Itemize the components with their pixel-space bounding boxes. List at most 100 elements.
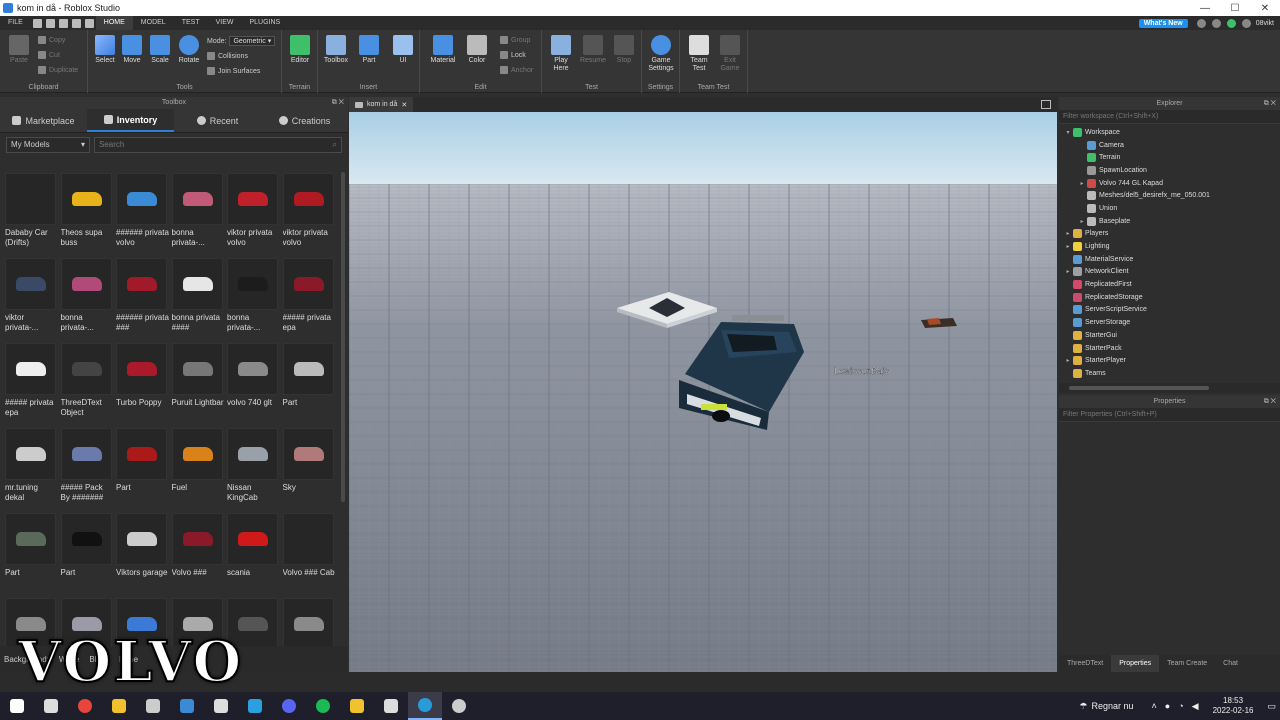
explorer-item[interactable]: ▾ Workspace <box>1059 126 1280 139</box>
join-surfaces-toggle[interactable]: Join Surfaces <box>207 67 260 75</box>
explorer-item[interactable]: Terrain <box>1059 151 1280 164</box>
explorer-item[interactable]: ▸ Players <box>1059 228 1280 241</box>
taskbar-app-button[interactable] <box>442 692 476 720</box>
network-icon[interactable]: ◔ <box>1178 701 1183 711</box>
toolbox-item[interactable]: ###### privata ### <box>115 257 171 342</box>
close-button[interactable]: ✕ <box>1250 3 1280 14</box>
explorer-item[interactable]: Union <box>1059 202 1280 215</box>
tab-team-create[interactable]: Team Create <box>1159 655 1215 672</box>
menu-model[interactable]: MODEL <box>133 16 174 30</box>
weather-widget[interactable]: ☂ Regnar nu <box>1079 701 1133 712</box>
toolbox-item[interactable]: Puruit Lightbar <box>171 342 227 427</box>
toolbox-item[interactable]: Volvo ### Cab <box>282 512 338 597</box>
taskbar-app-button[interactable] <box>374 692 408 720</box>
collisions-toggle[interactable]: Collisions <box>207 52 248 60</box>
toolbox-item[interactable]: Turbo Poppy <box>115 342 171 427</box>
explorer-horizontal-scrollbar[interactable] <box>1059 383 1280 393</box>
minimize-button[interactable]: — <box>1190 3 1220 14</box>
lock-button[interactable]: Lock <box>500 51 526 59</box>
ui-button[interactable]: UI <box>388 35 418 65</box>
toolbox-item[interactable]: Theos supa buss <box>60 172 116 257</box>
toolbox-item[interactable]: bonna privata-... <box>60 257 116 342</box>
menu-plugins[interactable]: PLUGINS <box>241 16 288 30</box>
toolbox-scrollbar[interactable] <box>341 172 345 502</box>
explorer-item[interactable]: ServerStorage <box>1059 316 1280 329</box>
toolbox-item[interactable]: bonna privata-... <box>171 172 227 257</box>
move-button[interactable]: Move <box>117 35 147 65</box>
user-avatar-icon[interactable] <box>1241 18 1251 28</box>
toolbox-item[interactable]: viktor privata volvo <box>226 172 282 257</box>
explorer-item[interactable]: MaterialService <box>1059 253 1280 266</box>
explorer-item[interactable]: ServerScriptService <box>1059 304 1280 317</box>
exit-game-button[interactable]: Exit Game <box>715 35 745 73</box>
undo-icon[interactable] <box>45 18 55 28</box>
toolbox-item[interactable]: volvo 740 glt <box>226 342 282 427</box>
explorer-item[interactable]: ▸ NetworkClient <box>1059 266 1280 279</box>
tab-inventory[interactable]: Inventory <box>87 109 174 132</box>
tab-chat[interactable]: Chat <box>1215 655 1246 672</box>
tab-recent[interactable]: Recent <box>174 109 261 132</box>
play-here-button[interactable]: Play Here <box>546 35 576 73</box>
toolbox-window-controls[interactable]: ⧉ ✕ <box>332 97 344 109</box>
tab-threedtext[interactable]: ThreeDText <box>1059 655 1111 672</box>
toolbox-item[interactable]: Volvo ### <box>171 512 227 597</box>
layout-toggle-icon[interactable] <box>1041 100 1051 109</box>
properties-filter-input[interactable]: Filter Properties (Ctrl+Shift+P) <box>1059 408 1280 422</box>
explorer-item[interactable]: Meshes/del5_desirefx_me_050.001 <box>1059 189 1280 202</box>
new-file-icon[interactable] <box>32 18 42 28</box>
expand-arrow-icon[interactable]: ▸ <box>1063 230 1073 237</box>
copy-button[interactable]: Copy <box>38 36 65 44</box>
taskbar-app-button[interactable] <box>272 692 306 720</box>
game-settings-button[interactable]: Game Settings <box>646 35 676 73</box>
taskbar-app-button[interactable] <box>102 692 136 720</box>
tab-properties[interactable]: Properties <box>1111 655 1160 672</box>
select-button[interactable]: Select <box>90 35 120 65</box>
material-button[interactable]: Material <box>428 35 458 65</box>
mode-select[interactable]: Geometric ▾ <box>229 36 276 46</box>
toolbox-item[interactable]: Part <box>4 512 60 597</box>
explorer-filter-input[interactable]: Filter workspace (Ctrl+Shift+X) <box>1059 110 1280 124</box>
save-icon[interactable] <box>71 18 81 28</box>
explorer-item[interactable]: StarterPack <box>1059 342 1280 355</box>
scale-button[interactable]: Scale <box>145 35 175 65</box>
close-tab-icon[interactable]: ✕ <box>401 101 407 109</box>
toolbox-item[interactable]: viktor privata volvo <box>282 172 338 257</box>
explorer-item[interactable]: ▸ Lighting <box>1059 240 1280 253</box>
menu-test[interactable]: TEST <box>174 16 208 30</box>
toolbox-item[interactable]: ThreeDText Object <box>60 342 116 427</box>
menu-view[interactable]: VIEW <box>208 16 242 30</box>
category-dropdown[interactable]: My Models ▾ <box>6 137 90 153</box>
explorer-item[interactable]: Teams <box>1059 367 1280 380</box>
resume-button[interactable]: Resume <box>578 35 608 65</box>
rotate-button[interactable]: Rotate <box>174 35 204 65</box>
explorer-item[interactable]: Camera <box>1059 139 1280 152</box>
taskbar-app-button[interactable] <box>204 692 238 720</box>
taskbar-app-button[interactable] <box>0 692 34 720</box>
toolbox-item[interactable]: viktor privata-... <box>4 257 60 342</box>
explorer-item[interactable]: ▸ Volvo 744 GL Kapad <box>1059 177 1280 190</box>
3d-viewport[interactable]: LewissonBajs <box>349 112 1057 672</box>
duplicate-button[interactable]: Duplicate <box>38 66 78 74</box>
tray-chevron-icon[interactable]: ˄ <box>1152 701 1157 711</box>
taskbar-app-button[interactable] <box>238 692 272 720</box>
menu-home[interactable]: HOME <box>95 16 133 30</box>
expand-arrow-icon[interactable]: ▾ <box>1063 129 1073 136</box>
toolbox-item[interactable]: ###### privata volvo <box>115 172 171 257</box>
taskbar-app-button[interactable] <box>408 692 442 720</box>
menu-file[interactable]: FILE <box>0 16 31 30</box>
whats-new-button[interactable]: What's New <box>1138 18 1188 28</box>
properties-window-controls[interactable]: ⧉ ✕ <box>1264 395 1276 408</box>
anchor-button[interactable]: Anchor <box>500 66 533 74</box>
taskbar-app-button[interactable] <box>68 692 102 720</box>
toolbox-item[interactable]: Viktors garage <box>115 512 171 597</box>
explorer-item[interactable]: ▸ Baseplate <box>1059 215 1280 228</box>
toolbox-item[interactable]: Fuel <box>171 427 227 512</box>
expand-arrow-icon[interactable]: ▸ <box>1063 268 1073 275</box>
expand-arrow-icon[interactable]: ▸ <box>1077 180 1087 187</box>
toolbox-item[interactable]: bonna privata-... <box>226 257 282 342</box>
taskbar-app-button[interactable] <box>34 692 68 720</box>
scroll-thumb[interactable] <box>1069 386 1209 390</box>
username[interactable]: 08vikt <box>1256 20 1274 27</box>
toolbox-item[interactable]: ##### Pack By ####### <box>60 427 116 512</box>
toolbox-item[interactable]: Part <box>115 427 171 512</box>
